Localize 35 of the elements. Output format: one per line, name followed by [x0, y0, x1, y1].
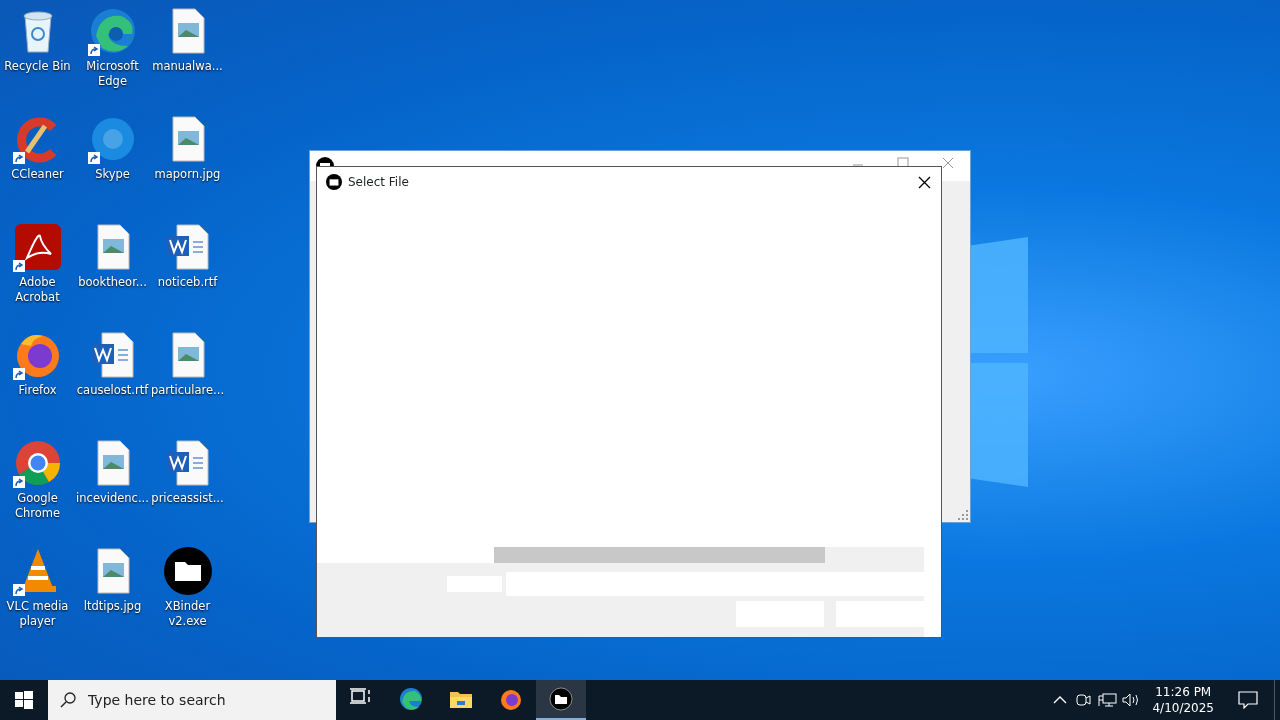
- icon-label[interactable]: Skype: [75, 167, 150, 182]
- icon-label[interactable]: causelost.rtf: [75, 383, 150, 398]
- taskbar-app-button[interactable]: [536, 680, 586, 720]
- icon-label[interactable]: VLC media player: [0, 599, 75, 629]
- icon-label[interactable]: maporn.jpg: [150, 167, 225, 182]
- notification-icon[interactable]: [1238, 691, 1258, 709]
- icon-label[interactable]: Firefox: [0, 383, 75, 398]
- icon-label[interactable]: particulare...: [150, 383, 225, 398]
- icon-label[interactable]: incevidenc...: [75, 491, 150, 506]
- folder-icon: [549, 687, 573, 711]
- close-icon[interactable]: [942, 157, 954, 169]
- folder-icon[interactable]: [162, 546, 213, 596]
- resize-grip-icon[interactable]: [958, 510, 968, 520]
- search-box[interactable]: Type here to search: [48, 680, 336, 720]
- icon-label[interactable]: manualwa...: [150, 59, 225, 74]
- firefox-icon: [499, 687, 523, 711]
- icon-label[interactable]: noticeb.rtf: [150, 275, 225, 290]
- icon-label[interactable]: XBinder v2.exe: [150, 599, 225, 629]
- search-field[interactable]: Type here to search: [86, 688, 306, 712]
- dialog-title: Select File: [348, 174, 409, 191]
- icon-label[interactable]: Adobe Acrobat: [0, 275, 75, 305]
- icon-label[interactable]: Recycle Bin: [0, 59, 75, 74]
- clock-date[interactable]: 4/10/2025: [1152, 700, 1214, 716]
- icon-label[interactable]: priceassist...: [150, 491, 225, 506]
- icon-label[interactable]: Microsoft Edge: [75, 59, 150, 89]
- windows-logo-icon: [15, 691, 33, 709]
- icon-label[interactable]: booktheor...: [75, 275, 150, 290]
- clock-time[interactable]: 11:26 PM: [1152, 684, 1214, 700]
- edge-icon: [399, 687, 423, 711]
- icon-label[interactable]: Google Chrome: [0, 491, 75, 521]
- pdf-app-icon[interactable]: [12, 222, 63, 272]
- icon-label[interactable]: ltdtips.jpg: [75, 599, 150, 614]
- search-icon: [60, 692, 76, 708]
- folder-icon: [326, 174, 342, 190]
- icon-label[interactable]: CCleaner: [0, 167, 75, 182]
